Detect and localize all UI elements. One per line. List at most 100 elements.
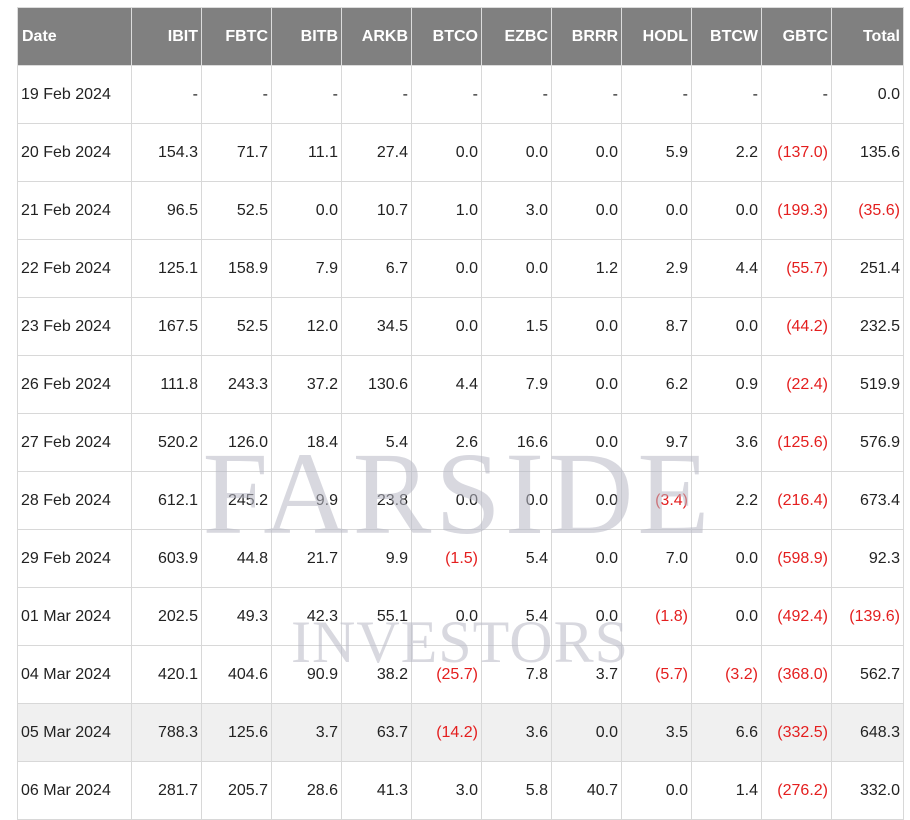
date-cell: 20 Feb 2024 — [17, 123, 132, 182]
flow-cell-brrr: 0.0 — [551, 529, 622, 588]
column-header-hodl: HODL — [621, 7, 692, 66]
flow-cell-ibit: 202.5 — [131, 587, 202, 646]
flow-cell-btcw: 0.0 — [691, 587, 762, 646]
date-cell: 27 Feb 2024 — [17, 413, 132, 472]
flow-cell-ibit: 281.7 — [131, 761, 202, 820]
flow-cell-btcw: - — [691, 65, 762, 124]
column-header-gbtc: GBTC — [761, 7, 832, 66]
column-header-brrr: BRRR — [551, 7, 622, 66]
table-row: 20 Feb 2024 154.3 71.7 11.1 27.4 0.0 0.0 0.0 5.9… — [17, 123, 904, 182]
flow-cell-btco: (1.5) — [411, 529, 482, 588]
flow-cell-btcw: 4.4 — [691, 239, 762, 298]
flow-cell-fbtc: 52.5 — [201, 181, 272, 240]
date-cell: 23 Feb 2024 — [17, 297, 132, 356]
flow-cell-brrr: 1.2 — [551, 239, 622, 298]
flow-cell-fbtc: 49.3 — [201, 587, 272, 646]
flow-cell-arkb: 38.2 — [341, 645, 412, 704]
flow-cell-gbtc: (22.4) — [761, 355, 832, 414]
flow-cell-btco: 1.0 — [411, 181, 482, 240]
flow-cell-total: 232.5 — [831, 297, 904, 356]
flow-cell-fbtc: 126.0 — [201, 413, 272, 472]
flow-cell-btco: 4.4 — [411, 355, 482, 414]
flow-cell-hodl: 7.0 — [621, 529, 692, 588]
flow-cell-ezbc: 5.8 — [481, 761, 552, 820]
flow-cell-btcw: 2.2 — [691, 123, 762, 182]
flow-cell-arkb: 9.9 — [341, 529, 412, 588]
flow-cell-bitb: 7.9 — [271, 239, 342, 298]
flow-cell-hodl: (5.7) — [621, 645, 692, 704]
column-header-fbtc: FBTC — [201, 7, 272, 66]
flow-cell-gbtc: (276.2) — [761, 761, 832, 820]
flow-cell-ezbc: 0.0 — [481, 471, 552, 530]
flow-cell-total: (35.6) — [831, 181, 904, 240]
flow-cell-bitb: - — [271, 65, 342, 124]
flow-cell-total: 648.3 — [831, 703, 904, 762]
flow-cell-hodl: 0.0 — [621, 761, 692, 820]
flow-cell-hodl: 3.5 — [621, 703, 692, 762]
flow-cell-btcw: 6.6 — [691, 703, 762, 762]
flow-cell-fbtc: 71.7 — [201, 123, 272, 182]
flow-cell-ibit: 154.3 — [131, 123, 202, 182]
flow-cell-brrr: 0.0 — [551, 355, 622, 414]
flow-cell-arkb: 130.6 — [341, 355, 412, 414]
date-cell: 04 Mar 2024 — [17, 645, 132, 704]
flow-cell-ibit: 167.5 — [131, 297, 202, 356]
flow-cell-fbtc: 125.6 — [201, 703, 272, 762]
flow-cell-ezbc: 3.6 — [481, 703, 552, 762]
flow-cell-ibit: 111.8 — [131, 355, 202, 414]
flow-cell-total: 576.9 — [831, 413, 904, 472]
flow-cell-hodl: - — [621, 65, 692, 124]
flow-cell-bitb: 9.9 — [271, 471, 342, 530]
flow-cell-total: 92.3 — [831, 529, 904, 588]
flow-cell-gbtc: (332.5) — [761, 703, 832, 762]
table-row: 22 Feb 2024 125.1 158.9 7.9 6.7 0.0 0.0 1.2 2.9 4… — [17, 239, 904, 298]
flow-cell-bitb: 11.1 — [271, 123, 342, 182]
date-cell: 19 Feb 2024 — [17, 65, 132, 124]
flow-cell-total: 562.7 — [831, 645, 904, 704]
column-header-date: Date — [17, 7, 132, 66]
flow-cell-bitb: 37.2 — [271, 355, 342, 414]
flow-cell-ibit: 603.9 — [131, 529, 202, 588]
column-header-btco: BTCO — [411, 7, 482, 66]
table-row: 04 Mar 2024 420.1 404.6 90.9 38.2 (25.7) 7.8 3.… — [17, 645, 904, 704]
table-row: 28 Feb 2024 612.1 245.2 9.9 23.8 0.0 0.0 0.0 (3.… — [17, 471, 904, 530]
flow-cell-brrr: 0.0 — [551, 587, 622, 646]
flow-cell-gbtc: (216.4) — [761, 471, 832, 530]
flow-cell-ibit: 788.3 — [131, 703, 202, 762]
flow-cell-btcw: 3.6 — [691, 413, 762, 472]
flow-cell-arkb: 41.3 — [341, 761, 412, 820]
flow-cell-ezbc: 16.6 — [481, 413, 552, 472]
date-cell: 05 Mar 2024 — [17, 703, 132, 762]
flow-cell-hodl: 2.9 — [621, 239, 692, 298]
flow-cell-fbtc: - — [201, 65, 272, 124]
flow-cell-bitb: 90.9 — [271, 645, 342, 704]
flow-cell-gbtc: (368.0) — [761, 645, 832, 704]
flow-cell-fbtc: 245.2 — [201, 471, 272, 530]
flow-cell-brrr: 40.7 — [551, 761, 622, 820]
flow-cell-ibit: 420.1 — [131, 645, 202, 704]
column-header-btcw: BTCW — [691, 7, 762, 66]
flow-cell-gbtc: - — [761, 65, 832, 124]
date-cell: 06 Mar 2024 — [17, 761, 132, 820]
flow-cell-btco: 0.0 — [411, 471, 482, 530]
flow-cell-ibit: 520.2 — [131, 413, 202, 472]
flow-cell-hodl: (1.8) — [621, 587, 692, 646]
flow-cell-ibit: - — [131, 65, 202, 124]
date-cell: 21 Feb 2024 — [17, 181, 132, 240]
date-cell: 22 Feb 2024 — [17, 239, 132, 298]
flow-cell-ezbc: 0.0 — [481, 239, 552, 298]
etf-flow-table: Date IBIT FBTC BITB ARKB BTCO EZBC BRRR HODL BTCW… — [17, 7, 904, 820]
etf-flow-table-container: Date IBIT FBTC BITB ARKB BTCO EZBC BRRR HODL BTCW… — [17, 7, 904, 820]
flow-cell-gbtc: (598.9) — [761, 529, 832, 588]
flow-cell-brrr: 0.0 — [551, 471, 622, 530]
flow-cell-hodl: 6.2 — [621, 355, 692, 414]
table-row: 27 Feb 2024 520.2 126.0 18.4 5.4 2.6 16.6 0.0 9.… — [17, 413, 904, 472]
flow-cell-bitb: 21.7 — [271, 529, 342, 588]
flow-cell-gbtc: (44.2) — [761, 297, 832, 356]
flow-cell-fbtc: 52.5 — [201, 297, 272, 356]
flow-cell-total: 135.6 — [831, 123, 904, 182]
flow-cell-gbtc: (137.0) — [761, 123, 832, 182]
table-row: 26 Feb 2024 111.8 243.3 37.2 130.6 4.4 7.9 0.0 6… — [17, 355, 904, 414]
flow-cell-gbtc: (55.7) — [761, 239, 832, 298]
flow-cell-fbtc: 404.6 — [201, 645, 272, 704]
